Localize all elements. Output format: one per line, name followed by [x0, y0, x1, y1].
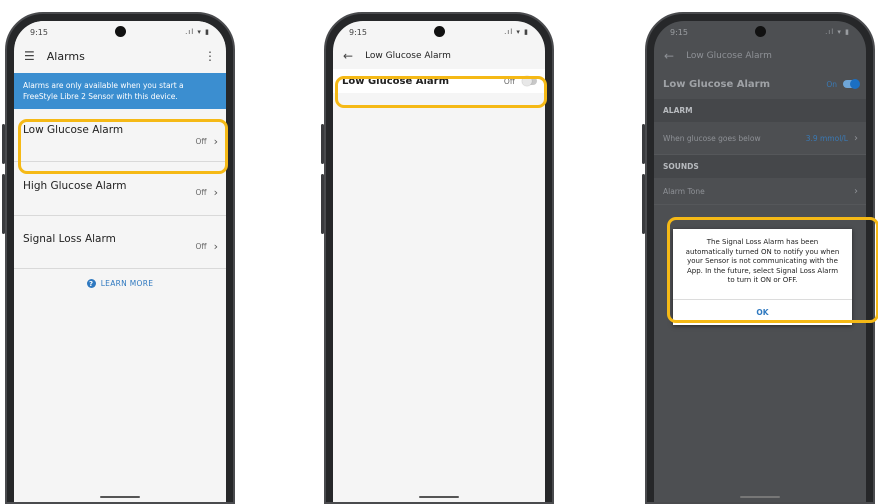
camera-icon: [755, 26, 766, 37]
home-indicator[interactable]: [740, 496, 780, 498]
alarm-tone-row[interactable]: Alarm Tone ›: [654, 178, 866, 205]
hamburger-icon[interactable]: ☰: [24, 49, 35, 63]
threshold-label: When glucose goes below: [663, 133, 761, 143]
phone-low-glucose-alarm: 9:15 .ıl ▾ ▮ ← Low Glucose Alarm Low Glu…: [321, 12, 554, 504]
toggle-state: On: [826, 79, 860, 89]
page-title: Low Glucose Alarm: [365, 51, 451, 61]
alarm-label: Low Glucose Alarm: [23, 124, 124, 136]
alarm-label: High Glucose Alarm: [23, 179, 127, 192]
threshold-value: 3.9 mmol/L ›: [806, 133, 858, 144]
low-glucose-alarm-toggle-row[interactable]: Low Glucose Alarm On: [654, 69, 866, 99]
chevron-right-icon: ›: [854, 185, 858, 197]
status-bar: 9:15 .ıl ▾ ▮: [333, 21, 545, 43]
chevron-right-icon: ›: [213, 239, 218, 253]
alarm-section-header: ALARM: [654, 99, 866, 122]
status-time: 9:15: [30, 27, 48, 37]
low-glucose-alarm-toggle-row[interactable]: Low Glucose Alarm Off: [333, 69, 545, 93]
toggle-state: Off: [503, 76, 537, 86]
app-bar: ← Low Glucose Alarm: [333, 43, 545, 69]
phone-screen: 9:15 .ıl ▾ ▮ ☰ Alarms ⋮ Alarms are only …: [14, 21, 226, 502]
arrow-left-icon[interactable]: ←: [664, 49, 674, 63]
home-indicator[interactable]: [100, 496, 140, 498]
toggle-label: Low Glucose Alarm: [663, 78, 770, 90]
phone-screen: 9:15 .ıl ▾ ▮ ← Low Glucose Alarm Low Glu…: [333, 21, 545, 502]
home-indicator[interactable]: [419, 496, 459, 498]
status-bar: 9:15 .ıl ▾ ▮: [14, 21, 226, 43]
alarm-tone-label: Alarm Tone: [663, 186, 705, 196]
info-banner: Alarms are only available when you start…: [14, 73, 226, 109]
alarm-state-text: Off: [195, 188, 207, 197]
status-icons: .ıl ▾ ▮: [504, 28, 529, 36]
dialog-message: The Signal Loss Alarm has been automatic…: [685, 238, 840, 284]
alarm-state-text: Off: [195, 241, 207, 251]
toggle-switch[interactable]: [843, 79, 860, 89]
app-bar: ← Low Glucose Alarm: [654, 43, 866, 69]
phone-screen: 9:15 .ıl ▾ ▮ ← Low Glucose Alarm Low Glu…: [654, 21, 866, 502]
toggle-label: Low Glucose Alarm: [342, 75, 449, 87]
arrow-left-icon[interactable]: ←: [343, 49, 353, 63]
status-bar: 9:15 .ıl ▾ ▮: [654, 21, 866, 43]
status-time: 9:15: [349, 27, 367, 37]
status-icons: .ıl ▾ ▮: [825, 28, 850, 36]
threshold-row[interactable]: When glucose goes below 3.9 mmol/L ›: [654, 122, 866, 155]
phone-alarms-list: 9:15 .ıl ▾ ▮ ☰ Alarms ⋮ Alarms are only …: [2, 12, 235, 504]
alarm-state: Off ›: [196, 240, 218, 253]
app-bar: ☰ Alarms ⋮: [14, 43, 226, 69]
alarm-tone-value: ›: [854, 186, 858, 197]
toggle-state-text: Off: [503, 76, 515, 86]
signal-loss-dialog: The Signal Loss Alarm has been automatic…: [673, 229, 852, 325]
alarm-state: Off ›: [196, 135, 218, 148]
chevron-right-icon: ›: [213, 134, 218, 148]
status-icons: .ıl ▾ ▮: [185, 28, 210, 36]
learn-more-link[interactable]: ? LEARN MORE: [14, 269, 226, 288]
toggle-switch[interactable]: [522, 76, 537, 86]
camera-icon: [434, 26, 445, 37]
phone-signal-loss-dialog: 9:15 .ıl ▾ ▮ ← Low Glucose Alarm Low Glu…: [642, 12, 878, 504]
more-vert-icon[interactable]: ⋮: [204, 49, 216, 63]
learn-more-label: LEARN MORE: [100, 279, 154, 288]
alarm-state-text: Off: [195, 136, 207, 146]
chevron-right-icon: ›: [213, 186, 218, 199]
signal-loss-alarm-row[interactable]: Signal Loss Alarm Off ›: [14, 216, 226, 269]
low-glucose-alarm-row[interactable]: Low Glucose Alarm Off ›: [14, 109, 226, 162]
high-glucose-alarm-row[interactable]: High Glucose Alarm Off ›: [14, 162, 226, 216]
page-title: Low Glucose Alarm: [686, 51, 772, 61]
ok-button[interactable]: OK: [673, 299, 852, 325]
status-time: 9:15: [670, 27, 688, 37]
threshold-value-text: 3.9 mmol/L: [805, 133, 848, 143]
page-title: Alarms: [46, 49, 85, 63]
toggle-state-text: On: [826, 79, 837, 89]
alarm-label: Signal Loss Alarm: [23, 233, 116, 245]
alarm-state: Off ›: [196, 186, 218, 199]
chevron-right-icon: ›: [854, 132, 858, 144]
info-icon: ?: [86, 279, 96, 288]
sounds-section-header: SOUNDS: [654, 155, 866, 178]
camera-icon: [115, 26, 126, 37]
